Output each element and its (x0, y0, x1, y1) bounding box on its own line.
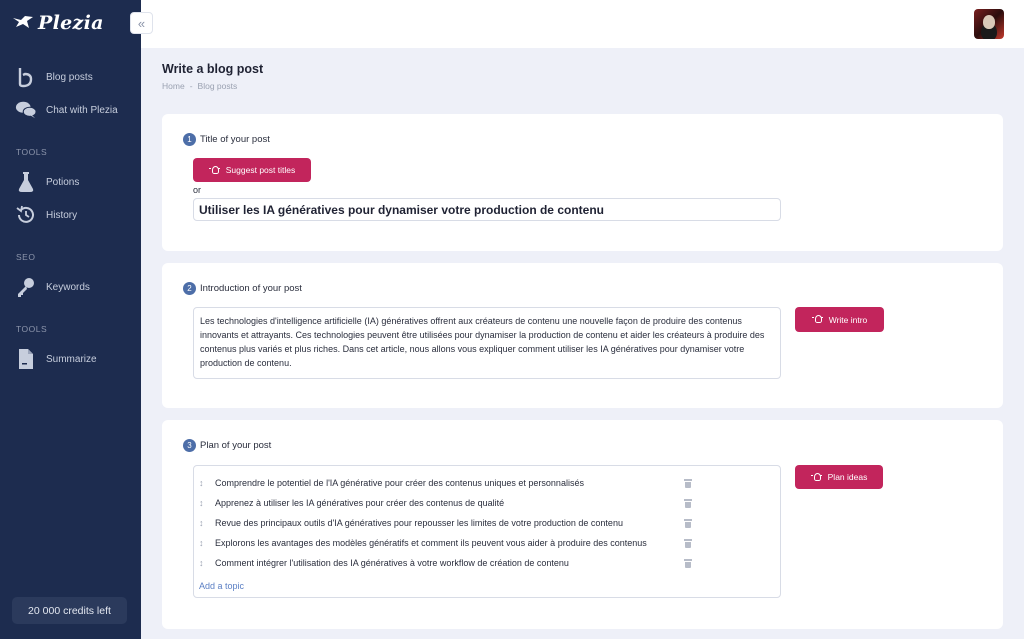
sidebar-item-chat[interactable]: Chat with Plezia (0, 97, 141, 123)
collapse-sidebar-button[interactable]: « (130, 12, 153, 34)
suggest-titles-label: Suggest post titles (225, 165, 296, 175)
brand-logo[interactable]: Plezia (12, 12, 104, 34)
sidebar-item-potions[interactable]: Potions (0, 169, 141, 195)
sidebar-item-history[interactable]: History (0, 202, 141, 228)
chat-icon (15, 99, 37, 121)
document-icon (15, 348, 37, 370)
list-item: ↕ Apprenez à utiliser les IA génératives… (194, 493, 780, 513)
key-icon (15, 276, 37, 298)
step-number-badge: 1 (183, 133, 196, 146)
blog-icon (15, 66, 37, 88)
drag-handle-icon[interactable]: ↕ (199, 478, 204, 488)
sidebar-item-summarize[interactable]: Summarize (0, 346, 141, 372)
write-intro-label: Write intro (828, 314, 868, 325)
bird-logo-icon (13, 16, 33, 28)
drag-handle-icon[interactable]: ↕ (199, 518, 204, 528)
step-1-label: Title of your post (200, 134, 270, 145)
sidebar-item-label: Summarize (46, 353, 97, 365)
topic-input[interactable]: Explorons les avantages des modèles géné… (215, 538, 677, 548)
breadcrumb-separator: - (189, 81, 193, 91)
suggest-titles-button[interactable]: Suggest post titles (193, 158, 311, 182)
intro-textarea[interactable]: Les technologies d'intelligence artifici… (193, 307, 781, 379)
breadcrumb-home[interactable]: Home (162, 81, 185, 91)
brand-name: Plezia (38, 12, 104, 34)
or-separator: or (193, 185, 202, 195)
list-item: ↕ Comprendre le potentiel de l'IA généra… (194, 473, 780, 493)
trash-icon[interactable] (684, 538, 692, 548)
step-3-header: 3 Plan of your post (183, 439, 271, 452)
page-title: Write a blog post (162, 62, 264, 76)
plan-ideas-button[interactable]: Plan ideas (795, 465, 883, 489)
step-3-label: Plan of your post (200, 440, 272, 451)
lightbulb-icon (811, 315, 823, 324)
sidebar: Plezia Blog posts Chat with Plezia TOOLS… (0, 0, 141, 639)
double-chevron-left-icon: « (137, 15, 146, 31)
step-2-label: Introduction of your post (200, 283, 302, 294)
list-item: ↕ Explorons les avantages des modèles gé… (194, 533, 780, 553)
step-1-header: 1 Title of your post (183, 133, 270, 146)
step-2-header: 2 Introduction of your post (183, 282, 302, 295)
topic-input[interactable]: Comment intégrer l'utilisation des IA gé… (215, 558, 677, 568)
step-number-badge: 2 (183, 282, 196, 295)
plan-topic-list: ↕ Comprendre le potentiel de l'IA généra… (193, 465, 781, 598)
step-number-badge: 3 (183, 439, 196, 452)
plan-card: 3 Plan of your post ↕ Comprendre le pote… (162, 420, 1003, 629)
drag-handle-icon[interactable]: ↕ (199, 558, 204, 568)
topic-input[interactable]: Revue des principaux outils d'IA générat… (215, 518, 677, 528)
add-topic-link[interactable]: Add a topic (199, 581, 244, 591)
sidebar-item-label: Potions (46, 176, 80, 188)
drag-handle-icon[interactable]: ↕ (199, 538, 204, 548)
topic-input[interactable]: Apprenez à utiliser les IA génératives p… (215, 498, 677, 508)
section-label-tools: TOOLS (16, 147, 48, 157)
post-title-input[interactable]: Utiliser les IA génératives pour dynamis… (193, 198, 781, 221)
write-intro-button[interactable]: Write intro (795, 307, 884, 332)
lightbulb-icon (208, 165, 220, 175)
sidebar-item-label: Blog posts (46, 71, 93, 83)
list-item: ↕ Comment intégrer l'utilisation des IA … (194, 553, 780, 573)
sidebar-item-label: Keywords (46, 281, 90, 293)
sidebar-item-blog-posts[interactable]: Blog posts (0, 64, 141, 90)
avatar[interactable] (974, 9, 1004, 39)
sidebar-item-label: History (46, 209, 78, 221)
trash-icon[interactable] (684, 498, 692, 508)
plan-ideas-label: Plan ideas (827, 472, 868, 482)
intro-card: 2 Introduction of your post Les technolo… (162, 263, 1003, 408)
history-icon (15, 204, 37, 226)
trash-icon[interactable] (684, 558, 692, 568)
breadcrumb: Home - Blog posts (162, 81, 237, 91)
top-bar (141, 0, 1024, 48)
sidebar-item-label: Chat with Plezia (46, 104, 118, 116)
lightbulb-icon (810, 472, 822, 482)
sidebar-item-keywords[interactable]: Keywords (0, 274, 141, 300)
title-card: 1 Title of your post Suggest post titles… (162, 114, 1003, 251)
credits-badge: 20 000 credits left (12, 597, 127, 624)
flask-icon (15, 171, 37, 193)
topic-input[interactable]: Comprendre le potentiel de l'IA générati… (215, 478, 677, 488)
section-label-seo: SEO (16, 252, 36, 262)
list-item: ↕ Revue des principaux outils d'IA génér… (194, 513, 780, 533)
section-label-tools-2: TOOLS (16, 324, 48, 334)
breadcrumb-current: Blog posts (197, 81, 238, 91)
trash-icon[interactable] (684, 518, 692, 528)
trash-icon[interactable] (684, 478, 692, 488)
drag-handle-icon[interactable]: ↕ (199, 498, 204, 508)
